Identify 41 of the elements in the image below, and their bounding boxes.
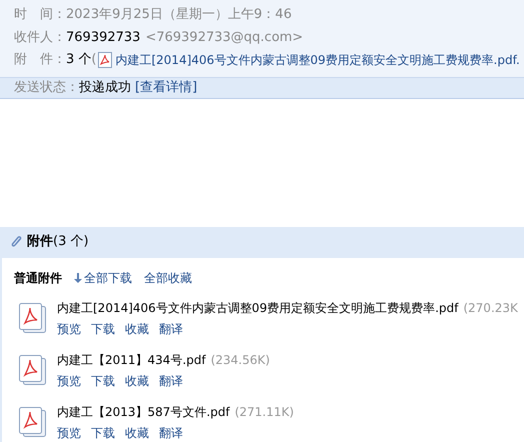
pdf-file-icon <box>18 406 48 438</box>
panel-title: 附件 <box>27 233 53 252</box>
file-action-link[interactable]: 收藏 <box>125 424 149 442</box>
open-parenthesis: ( <box>91 51 96 69</box>
file-name: 内建工【2011】434号.pdf <box>57 352 206 368</box>
file-name: 内建工【2013】587号文件.pdf <box>57 404 230 420</box>
file-action-link[interactable]: 翻译 <box>159 424 183 442</box>
file-action-link[interactable]: 预览 <box>57 320 81 338</box>
pdf-icon <box>98 52 112 68</box>
field-label: 附 件： <box>14 51 66 69</box>
attachment-total: (3 个) <box>53 233 89 252</box>
details-link[interactable]: [查看详情] <box>135 78 198 98</box>
group-title: 普通附件 <box>14 270 62 286</box>
attachment-link[interactable]: 内建工[2014]406号文件内蒙古调整09费用定额安全文明施工费规费率.pdf. <box>115 50 520 69</box>
file-name: 内建工[2014]406号文件内蒙古调整09费用定额安全文明施工费规费率.pdf <box>57 300 458 316</box>
file-action-link[interactable]: 收藏 <box>125 320 149 338</box>
field-label: 时 间： <box>14 6 66 24</box>
file-size: (271.11K) <box>234 404 294 420</box>
file-action-link[interactable]: 下载 <box>91 320 115 338</box>
file-action-link[interactable]: 下载 <box>91 372 115 390</box>
file-action-link[interactable]: 翻译 <box>159 372 183 390</box>
field-label: 发送状态： <box>14 78 79 97</box>
attachment-count: 3 个 <box>66 51 92 69</box>
save-all-link[interactable]: 全部收藏 <box>144 268 192 286</box>
recipient-address: <769392733@qq.com> <box>145 28 304 46</box>
file-action-link[interactable]: 预览 <box>57 424 81 442</box>
down-arrow-icon <box>74 272 82 282</box>
download-all-link[interactable]: 全部下载 <box>74 268 132 286</box>
paperclip-icon <box>10 235 23 249</box>
recipient-name: 769392733 <box>66 28 140 46</box>
field-label: 收件人： <box>14 28 66 46</box>
file-size: (234.56K) <box>210 352 270 368</box>
pdf-file-icon <box>18 302 48 334</box>
sent-time: 2023年9月25日（星期一）上午9：46 <box>66 6 292 24</box>
pdf-file-icon <box>18 354 48 386</box>
file-size: (270.23K <box>463 300 518 316</box>
file-action-link[interactable]: 预览 <box>57 372 81 390</box>
delivery-status: 投递成功 <box>79 78 131 97</box>
file-action-link[interactable]: 翻译 <box>159 320 183 338</box>
file-action-link[interactable]: 收藏 <box>125 372 149 390</box>
file-action-link[interactable]: 下载 <box>91 424 115 442</box>
